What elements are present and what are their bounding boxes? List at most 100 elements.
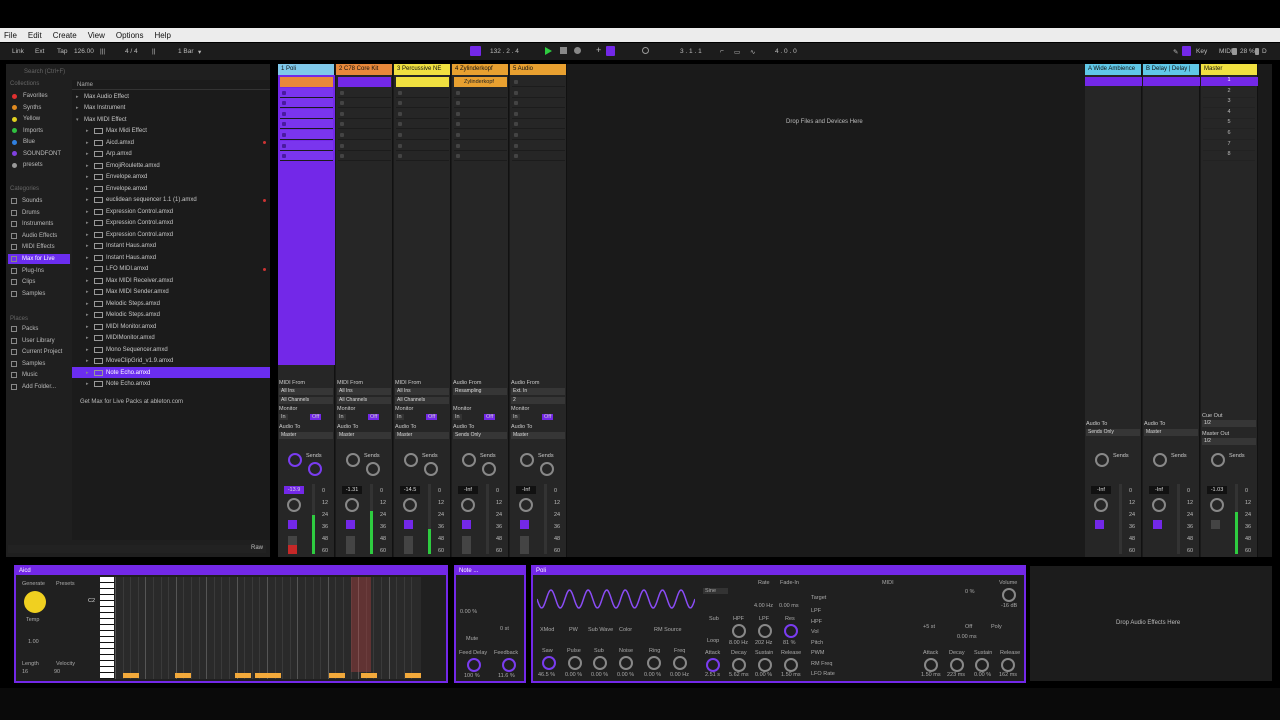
length-value[interactable]: 16 xyxy=(22,669,28,675)
slot-stop-icon[interactable] xyxy=(456,143,460,148)
file-row[interactable]: ▸ MoveClipGrid_v1.9.amxd xyxy=(72,356,270,367)
metronome-icon[interactable]: ||| xyxy=(100,48,105,55)
chevron-right-icon[interactable]: ▸ xyxy=(86,174,94,180)
saw-knob[interactable] xyxy=(542,656,556,670)
slot-stop-icon[interactable] xyxy=(514,154,518,159)
collection-item[interactable]: Synths xyxy=(8,103,70,113)
send-knob[interactable] xyxy=(1095,453,1109,467)
menu-file[interactable]: File xyxy=(4,31,17,40)
name-column-header[interactable]: Name xyxy=(72,80,270,90)
volume-field[interactable]: -Inf xyxy=(1149,486,1169,494)
saw-value[interactable]: 46.5 % xyxy=(538,672,555,678)
monitor-in-button[interactable]: In xyxy=(511,414,520,420)
note-percent-value[interactable]: 0.00 % xyxy=(460,609,477,615)
solo-button[interactable] xyxy=(288,536,297,545)
volume-field[interactable]: -Inf xyxy=(458,486,478,494)
audio-to-select[interactable]: Master xyxy=(511,432,565,439)
clip-slot[interactable] xyxy=(396,88,449,98)
clip-slot[interactable] xyxy=(338,119,391,130)
transpose-value[interactable]: +5 st xyxy=(923,624,935,630)
return-title[interactable]: A Wide Ambience xyxy=(1085,64,1141,75)
monitor-off-button[interactable]: Off xyxy=(368,414,380,420)
clip-slot[interactable] xyxy=(280,130,333,140)
io-from-select[interactable]: Ext. In xyxy=(511,388,565,395)
lfo-shape-select[interactable]: Sine xyxy=(703,588,729,594)
clip-slot[interactable] xyxy=(338,141,391,151)
raw-button[interactable]: Raw xyxy=(251,545,263,551)
place-item[interactable]: Music xyxy=(8,370,70,380)
solo-button[interactable] xyxy=(520,536,529,545)
place-item[interactable]: Packs xyxy=(8,324,70,334)
track-title[interactable]: 4 Zylinderkopf xyxy=(452,64,508,75)
pause-icon[interactable]: || xyxy=(152,48,155,55)
channel-select[interactable]: All Channels xyxy=(279,397,333,404)
volume-field[interactable]: -1.03 xyxy=(1207,486,1227,494)
lpf-knob[interactable] xyxy=(758,624,772,638)
noise-value[interactable]: 0.00 % xyxy=(617,672,634,678)
clip-slot[interactable] xyxy=(396,151,449,162)
pan-knob[interactable] xyxy=(1152,498,1166,512)
piano-keys[interactable] xyxy=(100,577,114,679)
file-row[interactable]: ▸ MIDIMonitor.amxd xyxy=(72,333,270,344)
pan-knob[interactable] xyxy=(1210,498,1224,512)
song-position-field[interactable]: 132 . 2 . 4 xyxy=(490,48,519,55)
menu-view[interactable]: View xyxy=(88,31,105,40)
clip-slot[interactable] xyxy=(512,119,565,130)
send-b-knob[interactable] xyxy=(308,462,322,476)
file-row[interactable]: ▸ Note Echo.amxd xyxy=(72,379,270,390)
file-row[interactable]: ▸ Melodic Steps.amxd xyxy=(72,310,270,321)
attack-value[interactable]: 2.51 s xyxy=(705,672,720,678)
file-row[interactable]: ▸ Aicd.amxd xyxy=(72,137,270,148)
chevron-right-icon[interactable]: ▸ xyxy=(86,358,94,364)
channel-select[interactable]: All Channels xyxy=(337,397,391,404)
grid-note[interactable] xyxy=(405,673,421,678)
slot-stop-icon[interactable] xyxy=(514,101,518,106)
audio-effects-drop-zone[interactable]: Drop Audio Effects Here xyxy=(1030,566,1272,681)
track-activator[interactable] xyxy=(346,520,355,529)
track-activator[interactable] xyxy=(520,520,529,529)
file-row[interactable]: ▸ Expression Control.amxd xyxy=(72,229,270,240)
monitor-off-button[interactable]: Off xyxy=(542,414,554,420)
clip-slot[interactable] xyxy=(338,109,391,119)
chevron-down-icon[interactable]: ▾ xyxy=(76,117,84,123)
amp-release-value[interactable]: 162 ms xyxy=(999,672,1017,678)
place-item[interactable]: Add Folder... xyxy=(8,382,70,392)
menu-options[interactable]: Options xyxy=(116,31,144,40)
audio-to-select[interactable]: Master xyxy=(279,432,333,439)
feedback-value[interactable]: 11.6 % xyxy=(498,673,515,679)
clip-slot[interactable] xyxy=(280,87,333,98)
arrangement-follow-button[interactable] xyxy=(470,46,481,56)
chevron-right-icon[interactable]: ▸ xyxy=(86,335,94,341)
arm-button[interactable] xyxy=(346,545,355,554)
clip-playing[interactable] xyxy=(396,77,449,87)
clip-slot[interactable] xyxy=(396,98,449,109)
tap-button[interactable]: Tap xyxy=(57,48,67,55)
io-from-select[interactable]: All Ins xyxy=(279,388,333,395)
grid-note[interactable] xyxy=(235,673,251,678)
slot-stop-icon[interactable] xyxy=(514,143,518,148)
clip-slot[interactable] xyxy=(512,109,565,119)
search-input[interactable]: Search (Ctrl+F) xyxy=(24,69,69,75)
sustain-value[interactable]: 0.00 % xyxy=(755,672,772,678)
chevron-right-icon[interactable]: ▸ xyxy=(86,151,94,157)
category-item[interactable]: Audio Effects xyxy=(8,231,70,241)
monitor-off-button[interactable]: Off xyxy=(426,414,438,420)
plus-icon[interactable]: + xyxy=(596,45,601,55)
file-row[interactable]: ▸ Mono Sequencer.amxd xyxy=(72,344,270,355)
place-item[interactable]: User Library xyxy=(8,336,70,346)
arm-button[interactable] xyxy=(404,545,413,554)
clip-slot[interactable] xyxy=(454,151,507,162)
decay-value[interactable]: 5.62 ms xyxy=(729,672,749,678)
amp-release-knob[interactable] xyxy=(1001,658,1015,672)
noise-knob[interactable] xyxy=(619,656,633,670)
send-b-knob[interactable] xyxy=(540,462,554,476)
clip-slot[interactable] xyxy=(512,98,565,109)
file-row[interactable]: ▸ Max MIDI Sender.amxd xyxy=(72,287,270,298)
key-map-button[interactable] xyxy=(1182,46,1191,56)
res-knob[interactable] xyxy=(784,624,798,638)
grid-note[interactable] xyxy=(123,673,139,678)
category-item[interactable]: Max for Live xyxy=(8,254,70,264)
slot-stop-icon[interactable] xyxy=(340,90,344,95)
track-activator[interactable] xyxy=(1095,520,1104,529)
track-activator[interactable] xyxy=(404,520,413,529)
